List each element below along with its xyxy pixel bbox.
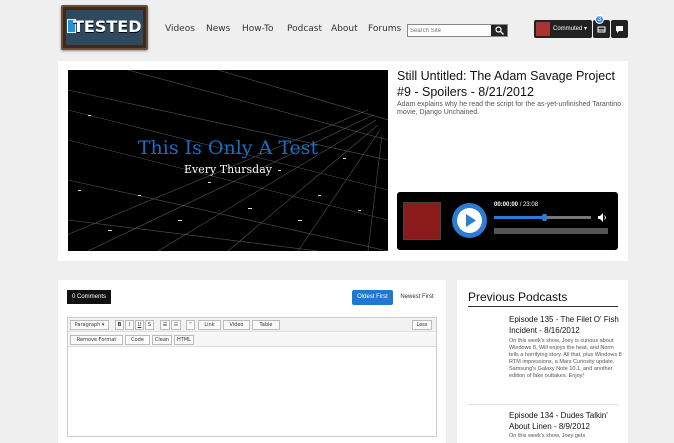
player-time: 00:00:00 / 23:08	[494, 202, 538, 208]
nav-about[interactable]: About	[331, 24, 358, 34]
link-button[interactable]: Link	[198, 320, 221, 330]
audio-player: 00:00:00 / 23:08	[397, 192, 618, 250]
comment-editor[interactable]: Paragraph ▾ B I U S ☰ ☷ “ Link Video Tab…	[67, 317, 437, 437]
nav-podcast[interactable]: Podcast	[287, 24, 322, 34]
underline-button[interactable]: U	[135, 320, 144, 330]
code-button[interactable]: Code	[125, 335, 150, 345]
comment-count: 0 Comments	[67, 290, 111, 304]
editor-toolbar: Paragraph ▾ B I U S ☰ ☷ “ Link Video Tab…	[68, 318, 436, 332]
episode-title[interactable]: Episode 134 - Dudes Talkin' About Linen …	[509, 410, 624, 432]
episode-description: On this week's show, Joey gets	[509, 433, 586, 439]
avatar	[536, 22, 550, 36]
logo-text: TESTED	[73, 17, 142, 36]
nav-forums[interactable]: Forums	[368, 24, 401, 34]
search-input[interactable]	[410, 25, 490, 36]
episode-description: On this week's show, Joey is curious abo…	[509, 338, 622, 379]
play-button-face	[457, 208, 482, 233]
editor-toolbar-secondary: Remove Format Code Clean HTML	[68, 333, 436, 347]
html-button[interactable]: HTML	[174, 335, 194, 345]
current-time: 00:00:00	[494, 202, 519, 208]
site-header: TESTED Videos News How-To Podcast About …	[0, 0, 674, 60]
strike-button[interactable]: S	[145, 320, 154, 330]
sort-oldest-button[interactable]: Oldest First	[352, 290, 393, 305]
episode-thumbnail	[403, 202, 441, 240]
table-button[interactable]: Table	[252, 320, 280, 330]
episode-title[interactable]: Episode 135 - The Filet O' Fish Incident…	[509, 314, 624, 336]
play-button[interactable]	[452, 203, 487, 238]
italic-button[interactable]: I	[125, 320, 134, 330]
bullet-list-button[interactable]: ☰	[160, 320, 170, 330]
bold-button[interactable]: B	[115, 320, 124, 330]
feature-description: Adam explains why he read the script for…	[397, 101, 621, 116]
nav-videos[interactable]: Videos	[165, 24, 195, 34]
chat-bubble-icon	[616, 26, 623, 33]
volume-icon[interactable]	[598, 213, 607, 222]
site-logo[interactable]: TESTED	[61, 5, 148, 50]
clean-button[interactable]: Clean	[152, 335, 172, 345]
notification-badge: 3	[595, 15, 604, 24]
seek-bar-fill	[494, 216, 545, 219]
nav-news[interactable]: News	[206, 24, 230, 34]
search-icon	[495, 26, 504, 35]
quote-button[interactable]: “	[186, 320, 195, 330]
nav-how-to[interactable]: How-To	[242, 24, 274, 34]
search-box	[407, 24, 508, 37]
grid-floor-graphic	[68, 70, 388, 251]
user-name: Commuted ▾	[553, 26, 588, 32]
search-button[interactable]	[491, 25, 507, 36]
play-icon	[466, 214, 476, 227]
duration: 23:08	[523, 202, 539, 208]
episode-thumbnail[interactable]	[468, 410, 502, 443]
buffer-bar	[494, 228, 608, 234]
heading-divider	[468, 306, 618, 307]
episode-thumbnail[interactable]	[468, 314, 502, 348]
numbered-list-button[interactable]: ☷	[171, 320, 181, 330]
previous-podcasts-heading: Previous Podcasts	[468, 290, 568, 304]
seek-handle[interactable]	[542, 214, 548, 221]
sort-newest-button[interactable]: Newest First	[398, 290, 436, 305]
remove-format-button[interactable]: Remove Format	[70, 335, 123, 345]
hero-title: This Is Only A Test	[137, 137, 319, 159]
messages-button[interactable]	[611, 20, 628, 38]
hero-video[interactable]: This Is Only A Test Every Thursday	[68, 70, 388, 251]
feature-title[interactable]: Still Untitled: The Adam Savage Project …	[397, 68, 622, 100]
seek-bar[interactable]	[494, 214, 591, 221]
paragraph-select[interactable]: Paragraph ▾	[70, 320, 109, 330]
episode-divider	[468, 404, 618, 405]
hero-subtitle: Every Thursday	[184, 163, 272, 176]
user-menu[interactable]: Commuted ▾	[534, 20, 592, 38]
video-button[interactable]: Video	[223, 320, 250, 330]
less-button[interactable]: Less	[412, 320, 432, 330]
